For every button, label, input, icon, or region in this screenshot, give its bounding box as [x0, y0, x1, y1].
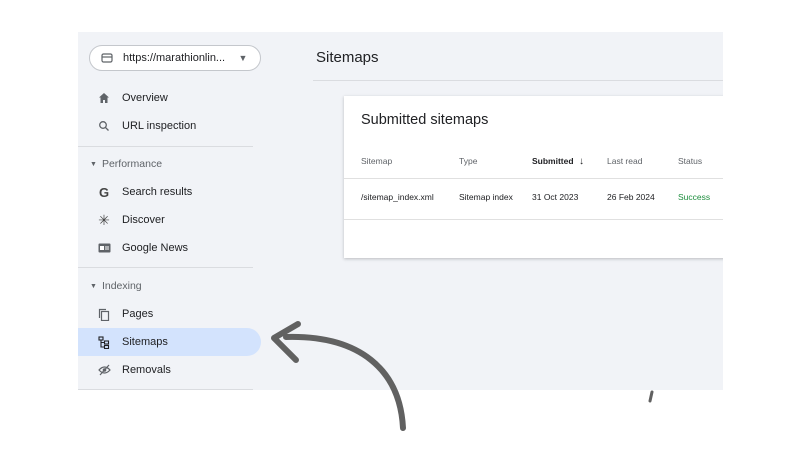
- curved-arrow-icon: [283, 333, 406, 431]
- annotation-arrow-overlay: [271, 321, 654, 431]
- arrowhead-icon: [271, 321, 301, 363]
- tick-mark: [648, 390, 654, 403]
